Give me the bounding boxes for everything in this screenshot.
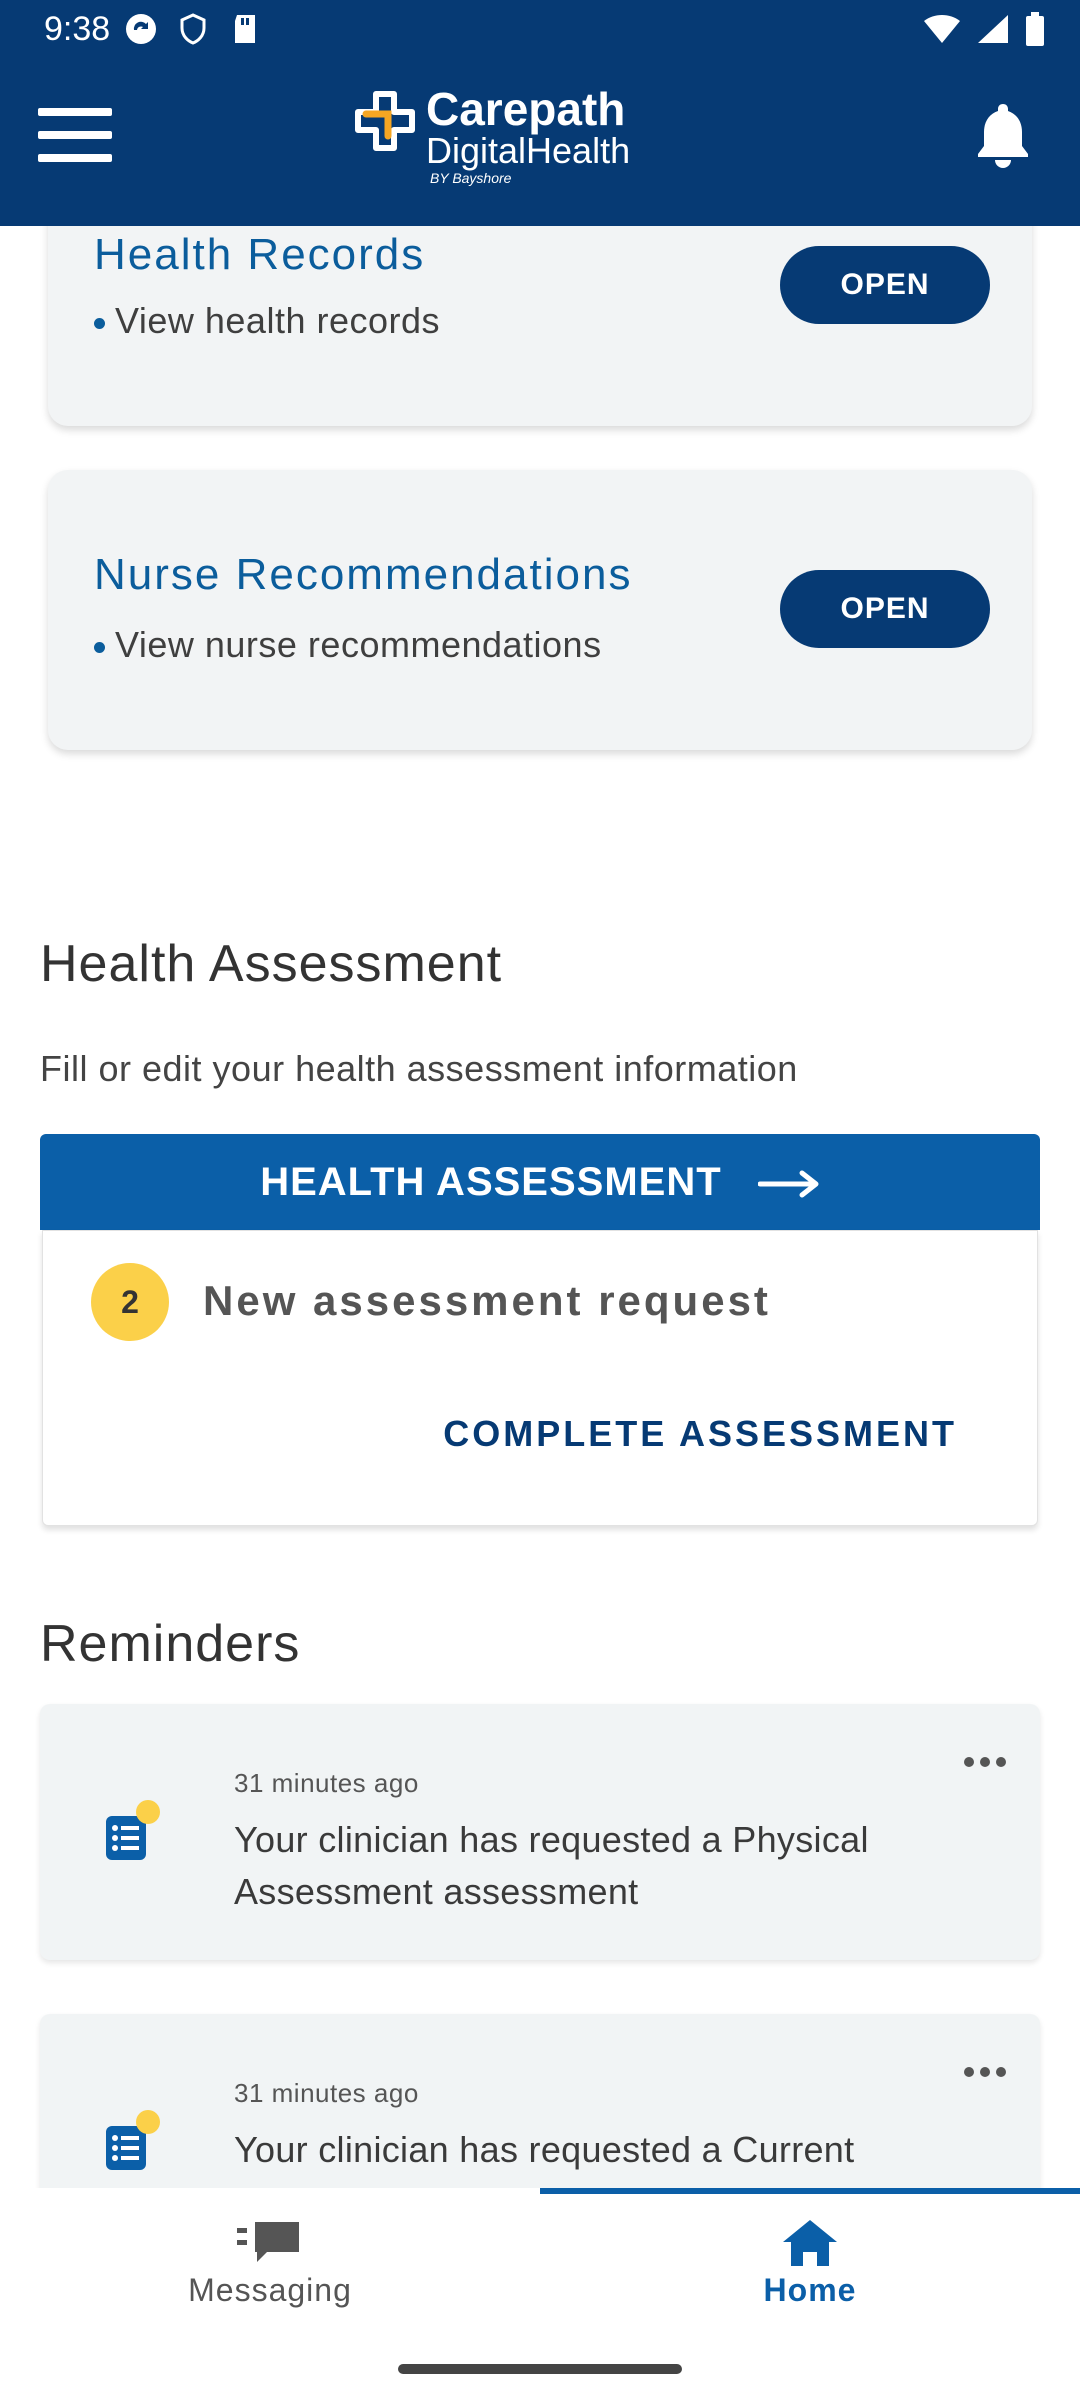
menu-bar (38, 154, 112, 162)
more-options-icon[interactable] (964, 2064, 1024, 2094)
assessment-request-panel: 2 New assessment request COMPLETE ASSESS… (42, 1230, 1038, 1526)
wifi-icon (924, 15, 960, 43)
health-records-bullet: View health records (94, 300, 440, 342)
health-records-open-button[interactable]: OPEN (780, 246, 990, 324)
shield-icon (180, 13, 206, 45)
nurse-recommendations-open-button[interactable]: OPEN (780, 570, 990, 648)
status-bar: 9:38 (0, 0, 1080, 60)
health-assessment-subtitle: Fill or edit your health assessment info… (40, 1048, 798, 1089)
health-records-title: Health Records (94, 230, 426, 279)
bullet-dot (94, 317, 105, 329)
logo-brand-sub: DigitalHealth (426, 130, 631, 171)
health-records-card: Health Records View health records OPEN (48, 226, 1032, 426)
more-options-icon[interactable] (964, 1754, 1024, 1784)
logo-cross-icon (355, 91, 415, 151)
bullet-dot (94, 641, 105, 653)
nurse-recommendations-bullet: View nurse recommendations (94, 624, 602, 666)
assessment-count-badge: 2 (91, 1263, 169, 1341)
home-scroll-content[interactable]: Health Records View health records OPEN … (0, 226, 1080, 2188)
nav-item-home[interactable]: Home (540, 2218, 1080, 2328)
menu-button[interactable] (38, 108, 112, 162)
reminder-card[interactable]: 31 minutes ago Your clinician has reques… (40, 1704, 1040, 1960)
complete-assessment-link[interactable]: COMPLETE ASSESSMENT (443, 1413, 957, 1455)
sd-card-icon (235, 15, 255, 43)
reminder-card[interactable]: 31 minutes ago Your clinician has reques… (40, 2014, 1040, 2188)
signal-icon (978, 15, 1008, 43)
assessment-list-icon (106, 1800, 160, 1860)
nurse-recommendations-bullet-text: View nurse recommendations (115, 624, 602, 665)
nav-item-messaging[interactable]: Messaging (0, 2218, 540, 2328)
health-assessment-button-label: HEALTH ASSESSMENT (260, 1160, 722, 1204)
sync-icon (126, 14, 156, 44)
gesture-bar (398, 2364, 682, 2374)
health-assessment-heading: Health Assessment (40, 935, 503, 993)
nurse-recommendations-title: Nurse Recommendations (94, 550, 633, 599)
reminder-timestamp: 31 minutes ago (234, 2078, 419, 2108)
arrow-right-icon (757, 1170, 819, 1198)
app-header: 9:38 Carepath DigitalHealth BY Bayshore (0, 0, 1080, 226)
reminder-text: Your clinician has requested a Physical … (234, 1819, 869, 1912)
reminder-text: Your clinician has requested a Current M… (234, 2129, 855, 2188)
battery-icon (1026, 12, 1044, 46)
reminders-heading: Reminders (40, 1615, 301, 1673)
status-right-icons (922, 12, 1046, 46)
home-icon (783, 2220, 837, 2266)
assessment-list-icon (106, 2110, 160, 2170)
assessment-request-text: New assessment request (203, 1277, 771, 1324)
menu-bar (38, 108, 112, 116)
nav-label-messaging: Messaging (188, 2272, 352, 2308)
health-assessment-button[interactable]: HEALTH ASSESSMENT (40, 1134, 1040, 1230)
notification-bell-icon[interactable] (972, 100, 1034, 170)
nav-label-home: Home (763, 2272, 857, 2308)
status-left-icons (124, 12, 262, 46)
status-time: 9:38 (44, 10, 111, 48)
health-records-bullet-text: View health records (115, 300, 441, 341)
carepath-logo: Carepath DigitalHealth BY Bayshore (352, 80, 652, 190)
logo-brand-name: Carepath (426, 83, 626, 135)
active-tab-indicator (540, 2188, 1080, 2194)
nurse-recommendations-card: Nurse Recommendations View nurse recomme… (48, 470, 1032, 750)
chat-icon (237, 2222, 299, 2262)
menu-bar (38, 131, 112, 139)
logo-brand-byline: BY Bayshore (430, 170, 512, 186)
reminder-timestamp: 31 minutes ago (234, 1768, 419, 1798)
